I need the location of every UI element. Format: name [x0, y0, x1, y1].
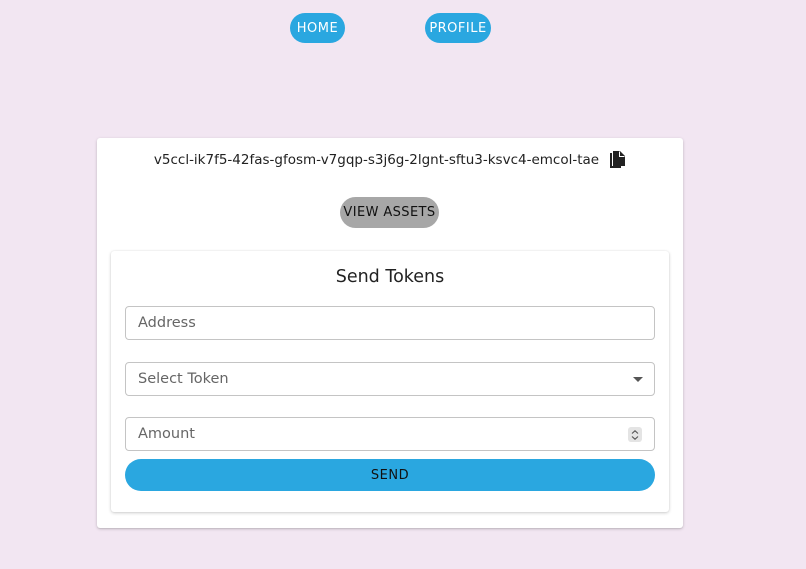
stepper-up-icon	[631, 429, 639, 434]
principal-id: v5ccl-ik7f5-42fas-gfosm-v7gqp-s3j6g-2lgn…	[153, 152, 600, 168]
copy-icon[interactable]	[608, 150, 626, 170]
address-placeholder: Address	[138, 315, 196, 331]
wallet-card: v5ccl-ik7f5-42fas-gfosm-v7gqp-s3j6g-2lgn…	[97, 138, 683, 528]
amount-stepper[interactable]	[628, 427, 642, 442]
dropdown-arrow-icon	[633, 377, 643, 382]
send-tokens-title: Send Tokens	[335, 267, 445, 287]
amount-input[interactable]: Amount	[125, 417, 655, 451]
stepper-down-icon	[631, 435, 639, 440]
send-tokens-card: Send Tokens Address Select Token Amount …	[111, 251, 669, 512]
amount-placeholder: Amount	[138, 426, 195, 442]
principal-row: v5ccl-ik7f5-42fas-gfosm-v7gqp-s3j6g-2lgn…	[97, 150, 683, 170]
token-select[interactable]: Select Token	[125, 362, 655, 396]
home-button[interactable]: HOME	[290, 13, 345, 43]
send-button[interactable]: SEND	[125, 459, 655, 491]
profile-button[interactable]: PROFILE	[425, 13, 491, 43]
token-select-placeholder: Select Token	[138, 371, 229, 387]
address-input[interactable]: Address	[125, 306, 655, 340]
view-assets-button[interactable]: VIEW ASSETS	[340, 197, 439, 228]
